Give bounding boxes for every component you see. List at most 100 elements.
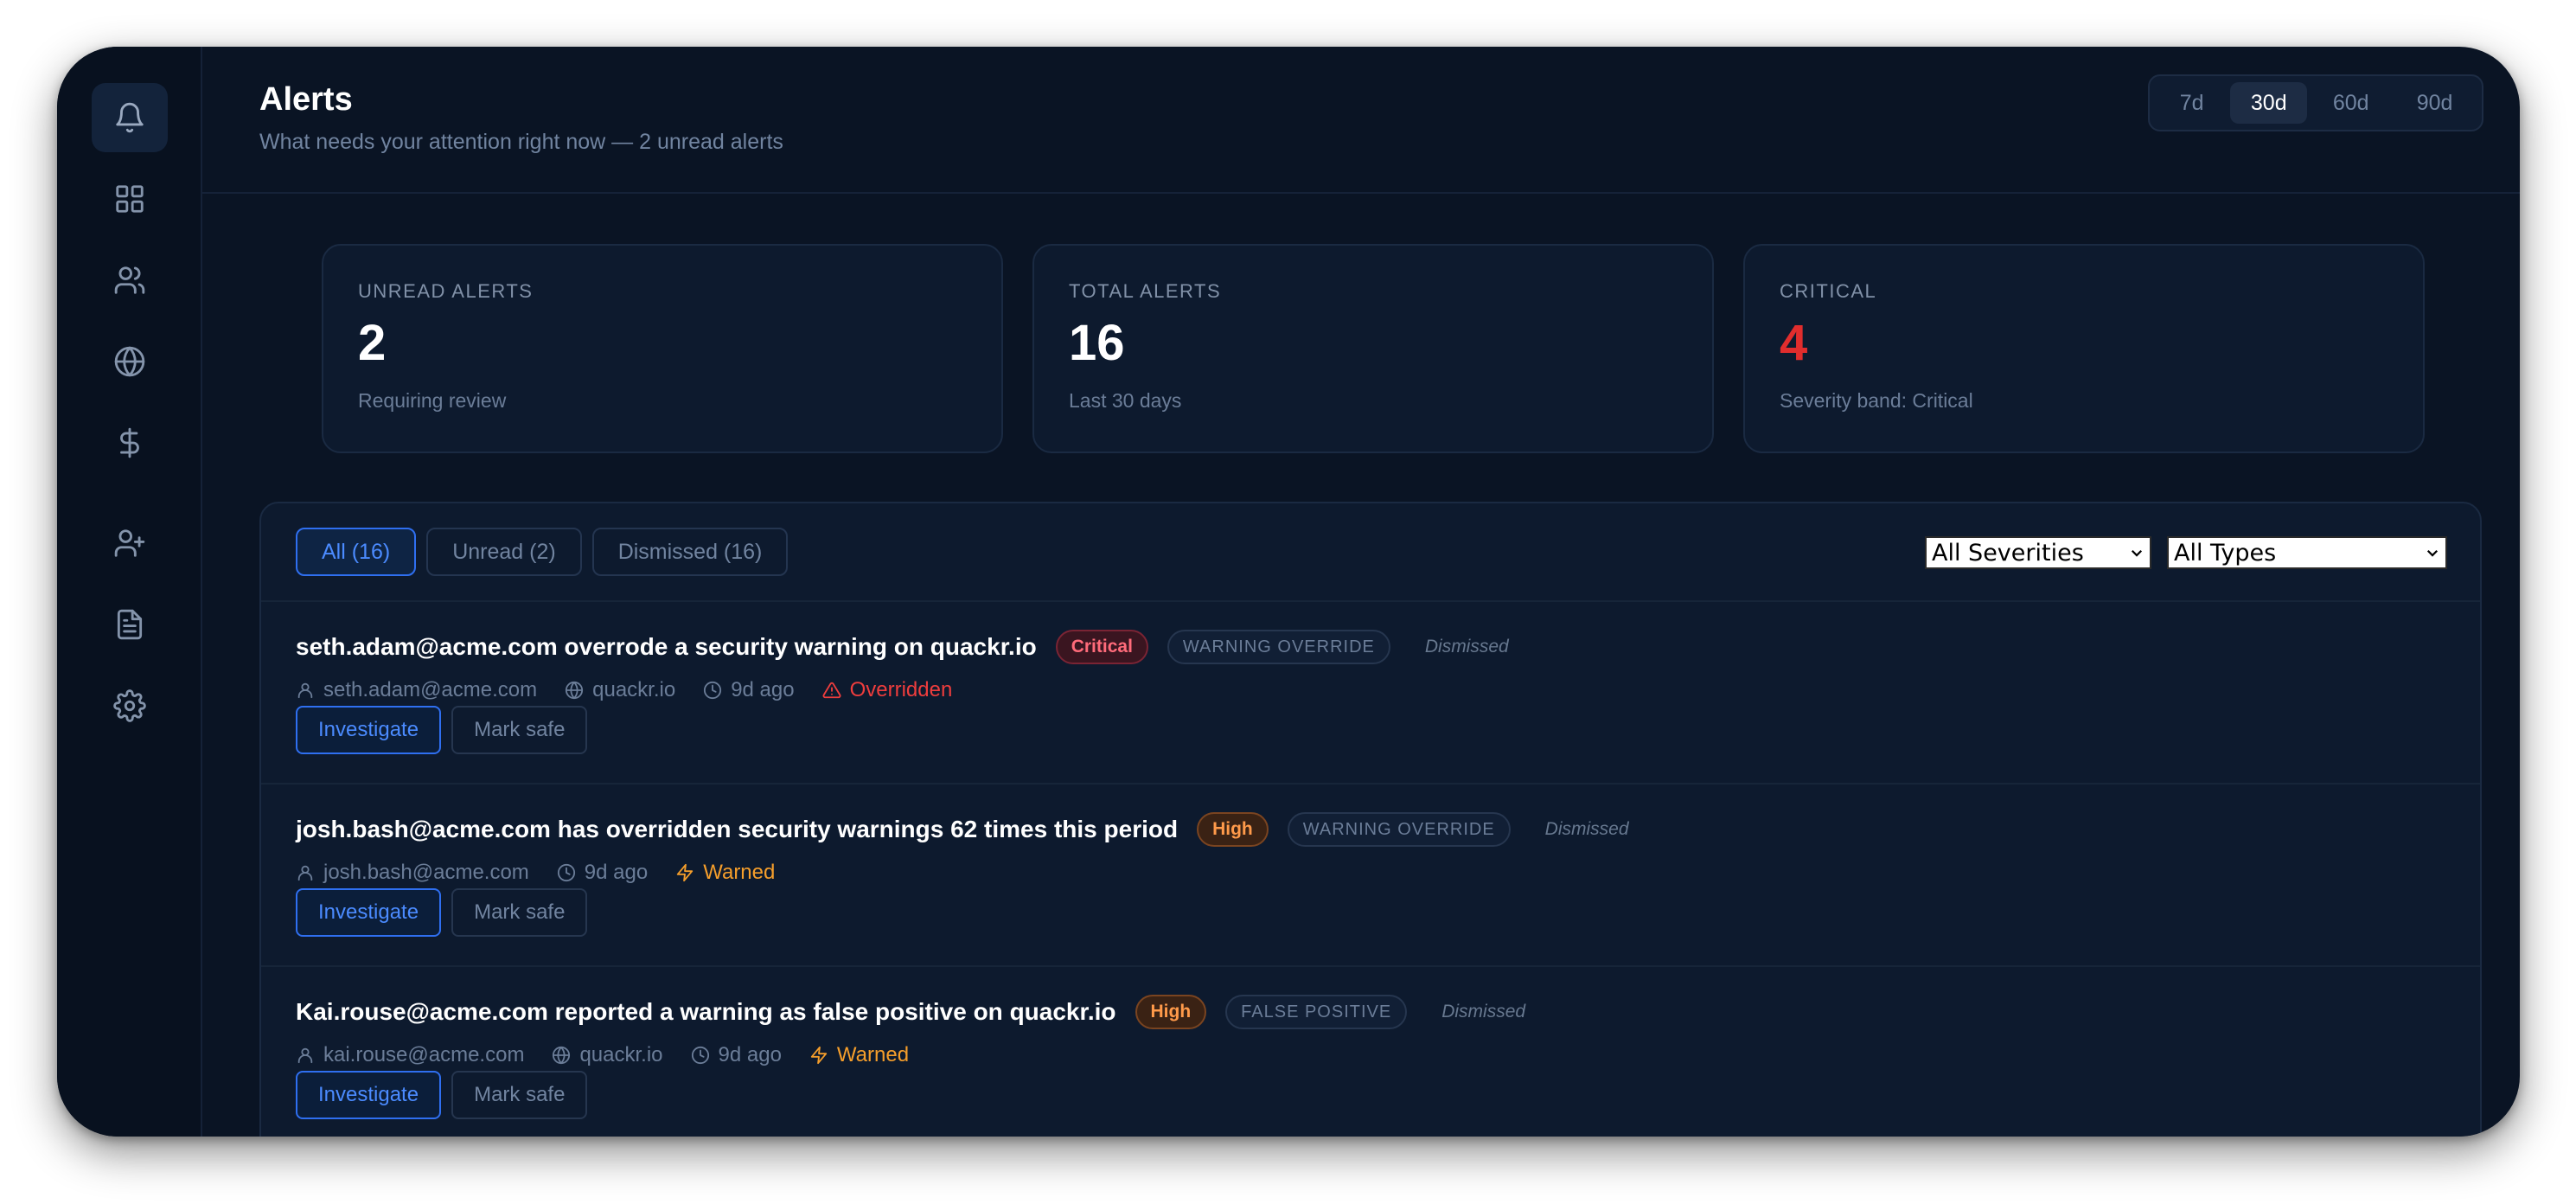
severity-badge: High bbox=[1135, 995, 1207, 1029]
type-select[interactable]: All Types bbox=[2167, 536, 2447, 569]
range-60d-button[interactable]: 60d bbox=[2311, 82, 2391, 124]
main-content: Alerts What needs your attention right n… bbox=[202, 47, 2520, 1137]
sidebar bbox=[57, 47, 202, 1137]
type-select-value: All Types bbox=[2174, 539, 2277, 567]
alert-actions: Investigate Mark safe bbox=[296, 888, 588, 937]
alert-meta: seth.adam@acme.com quackr.io 9d ago Over… bbox=[296, 678, 952, 702]
nav-settings[interactable] bbox=[92, 671, 168, 740]
user-icon bbox=[297, 682, 313, 699]
alerts-toolbar: All (16) Unread (2) Dismissed (16) All S… bbox=[261, 503, 2480, 602]
range-7d-button[interactable]: 7d bbox=[2157, 82, 2227, 124]
meta-user: kai.rouse@acme.com bbox=[296, 1043, 524, 1067]
meta-user-text: kai.rouse@acme.com bbox=[323, 1043, 525, 1066]
clock-icon bbox=[704, 681, 722, 700]
warning-triangle-icon bbox=[822, 682, 841, 699]
stat-value: 16 bbox=[1069, 315, 1125, 371]
mark-safe-button[interactable]: Mark safe bbox=[451, 1071, 588, 1119]
tab-dismissed[interactable]: Dismissed (16) bbox=[591, 528, 789, 576]
mark-safe-button[interactable]: Mark safe bbox=[451, 706, 588, 754]
page-subtitle: What needs your attention right now — 2 … bbox=[259, 130, 783, 154]
dollar-icon bbox=[120, 427, 139, 458]
meta-time-text: 9d ago bbox=[718, 1043, 782, 1066]
stat-label: TOTAL ALERTS bbox=[1069, 280, 1222, 302]
alert-row: seth.adam@acme.com overrode a security w… bbox=[261, 602, 2480, 785]
user-icon bbox=[297, 865, 313, 881]
document-icon bbox=[117, 609, 143, 640]
meta-time: 9d ago bbox=[691, 1043, 782, 1067]
chevron-down-icon bbox=[2426, 549, 2439, 557]
page-header: Alerts What needs your attention right n… bbox=[202, 47, 2520, 194]
meta-time: 9d ago bbox=[557, 861, 648, 885]
clock-icon bbox=[557, 863, 575, 882]
meta-user-text: seth.adam@acme.com bbox=[323, 678, 538, 701]
nav-domains[interactable] bbox=[92, 327, 168, 396]
alert-title: seth.adam@acme.com overrode a security w… bbox=[296, 633, 1037, 660]
stat-card-total: TOTAL ALERTS 16 Last 30 days bbox=[1032, 244, 1714, 453]
alert-title: Kai.rouse@acme.com reported a warning as… bbox=[296, 998, 1116, 1025]
meta-outcome-text: Warned bbox=[836, 1043, 910, 1066]
stat-label: CRITICAL bbox=[1780, 280, 1877, 302]
gear-icon bbox=[113, 689, 146, 722]
tab-all[interactable]: All (16) bbox=[296, 528, 417, 576]
severity-badge: Critical bbox=[1055, 630, 1148, 664]
lightning-icon bbox=[810, 1046, 828, 1065]
clock-icon bbox=[691, 1046, 709, 1065]
severity-select[interactable]: All Severities bbox=[1925, 536, 2151, 569]
stat-note: Last 30 days bbox=[1069, 389, 1182, 412]
meta-domain-text: quackr.io bbox=[592, 678, 676, 701]
globe-icon bbox=[566, 681, 584, 700]
stat-label: UNREAD ALERTS bbox=[358, 280, 534, 302]
globe-icon bbox=[553, 1046, 571, 1065]
meta-domain-text: quackr.io bbox=[579, 1043, 663, 1066]
alert-heading: Kai.rouse@acme.com reported a warning as… bbox=[296, 995, 1525, 1029]
meta-outcome: Warned bbox=[809, 1043, 909, 1067]
users-icon bbox=[114, 266, 145, 294]
range-30d-button[interactable]: 30d bbox=[2230, 82, 2308, 124]
meta-domain: quackr.io bbox=[565, 678, 675, 702]
meta-outcome: Warned bbox=[675, 861, 775, 885]
status-text: Dismissed bbox=[1424, 637, 1509, 656]
severity-badge: High bbox=[1197, 812, 1269, 847]
investigate-button[interactable]: Investigate bbox=[296, 1071, 442, 1119]
chevron-down-icon bbox=[2131, 549, 2143, 557]
meta-time-text: 9d ago bbox=[584, 861, 649, 884]
nav-billing[interactable] bbox=[92, 408, 168, 477]
stat-value: 2 bbox=[358, 315, 387, 371]
nav-invite[interactable] bbox=[92, 509, 168, 578]
stat-value: 4 bbox=[1780, 315, 1808, 371]
nav-dashboard[interactable] bbox=[92, 164, 168, 234]
stat-note: Severity band: Critical bbox=[1780, 389, 1973, 412]
range-90d-button[interactable]: 90d bbox=[2394, 82, 2475, 124]
alert-filters: All Severities All Types bbox=[1925, 536, 2447, 569]
alert-title: josh.bash@acme.com has overridden securi… bbox=[296, 816, 1179, 842]
user-plus-icon bbox=[114, 529, 145, 557]
date-range-selector: 7d 30d 60d 90d bbox=[2148, 74, 2483, 131]
status-text: Dismissed bbox=[1544, 819, 1629, 839]
tab-unread[interactable]: Unread (2) bbox=[426, 528, 582, 576]
investigate-button[interactable]: Investigate bbox=[296, 888, 442, 937]
stat-cards: UNREAD ALERTS 2 Requiring review TOTAL A… bbox=[322, 244, 2425, 453]
app-window: Alerts What needs your attention right n… bbox=[57, 47, 2520, 1137]
meta-domain: quackr.io bbox=[552, 1043, 663, 1067]
meta-time-text: 9d ago bbox=[731, 678, 795, 701]
mark-safe-button[interactable]: Mark safe bbox=[451, 888, 588, 937]
severity-select-value: All Severities bbox=[1932, 539, 2084, 567]
stat-note: Requiring review bbox=[358, 389, 507, 412]
lightning-icon bbox=[677, 863, 694, 882]
nav-alerts[interactable] bbox=[92, 83, 168, 152]
meta-outcome: Overridden bbox=[822, 678, 952, 702]
alert-actions: Investigate Mark safe bbox=[296, 706, 588, 754]
status-text: Dismissed bbox=[1441, 1002, 1526, 1021]
meta-time: 9d ago bbox=[703, 678, 795, 702]
type-badge: WARNING OVERRIDE bbox=[1167, 630, 1390, 664]
investigate-button[interactable]: Investigate bbox=[296, 706, 442, 754]
alert-actions: Investigate Mark safe bbox=[296, 1071, 588, 1119]
meta-user-text: josh.bash@acme.com bbox=[323, 861, 529, 884]
alert-meta: kai.rouse@acme.com quackr.io 9d ago Warn… bbox=[296, 1043, 909, 1067]
nav-users[interactable] bbox=[92, 246, 168, 315]
nav-reports[interactable] bbox=[92, 590, 168, 659]
alert-row: Kai.rouse@acme.com reported a warning as… bbox=[261, 967, 2480, 1137]
meta-user: josh.bash@acme.com bbox=[296, 861, 529, 885]
type-badge: FALSE POSITIVE bbox=[1225, 995, 1408, 1029]
globe-icon bbox=[114, 346, 145, 377]
